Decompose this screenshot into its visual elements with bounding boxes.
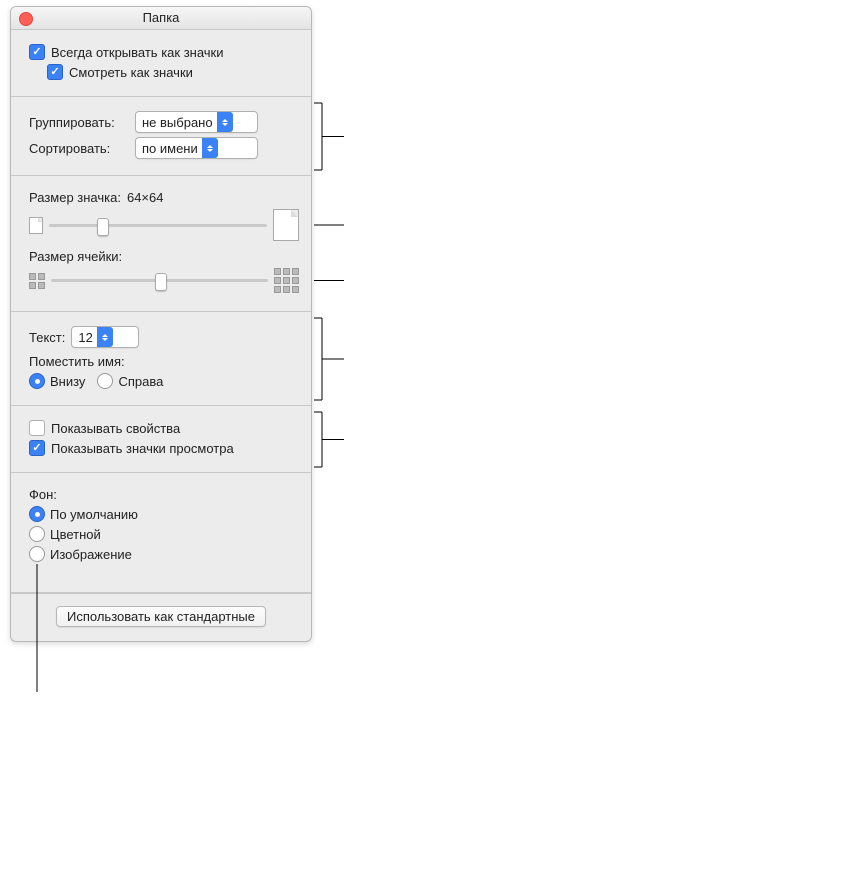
big-doc-icon [273, 209, 299, 241]
bg-image-radio[interactable] [29, 546, 45, 562]
close-button[interactable] [19, 12, 33, 26]
section-text: Текст: 12 Поместить имя: Внизу Справа [11, 312, 311, 406]
section-show: Показывать свойства Показывать значки пр… [11, 406, 311, 473]
grid-small-icon [29, 273, 45, 289]
place-name-label: Поместить имя: [29, 354, 125, 369]
text-size-popup[interactable]: 12 [71, 326, 139, 348]
show-preview-label: Показывать значки просмотра [51, 441, 234, 456]
show-props-label: Показывать свойства [51, 421, 180, 436]
small-doc-icon [29, 217, 43, 234]
background-label: Фон: [29, 487, 57, 502]
bg-image-label: Изображение [50, 547, 132, 562]
group-popup[interactable]: не выбрано [135, 111, 258, 133]
cell-size-label: Размер ячейки: [29, 249, 122, 264]
show-preview-checkbox[interactable] [29, 440, 45, 456]
slider-thumb[interactable] [97, 218, 109, 236]
always-open-label: Всегда открывать как значки [51, 45, 224, 60]
place-bottom-label: Внизу [50, 374, 85, 389]
footer: Использовать как стандартные [11, 593, 311, 641]
sort-popup[interactable]: по имени [135, 137, 258, 159]
bg-default-label: По умолчанию [50, 507, 138, 522]
browse-as-label: Смотреть как значки [69, 65, 193, 80]
section-open-mode: Всегда открывать как значки Смотреть как… [11, 30, 311, 97]
section-group-sort: Группировать: не выбрано Сортировать: по… [11, 97, 311, 176]
place-bottom-radio[interactable] [29, 373, 45, 389]
updown-icon [202, 138, 218, 158]
place-right-label: Справа [118, 374, 163, 389]
updown-icon [217, 112, 233, 132]
show-props-checkbox[interactable] [29, 420, 45, 436]
text-size-value: 12 [78, 330, 96, 345]
section-sizes: Размер значка: 64×64 Размер ячейки: [11, 176, 311, 312]
group-label: Группировать: [29, 115, 129, 130]
updown-icon [97, 327, 113, 347]
grid-large-icon [274, 268, 299, 293]
place-right-radio[interactable] [97, 373, 113, 389]
bg-color-label: Цветной [50, 527, 101, 542]
sort-value: по имени [142, 141, 202, 156]
view-options-window: Папка Всегда открывать как значки Смотре… [10, 6, 312, 642]
titlebar: Папка [11, 7, 311, 30]
bg-default-radio[interactable] [29, 506, 45, 522]
sort-label: Сортировать: [29, 141, 129, 156]
group-value: не выбрано [142, 115, 217, 130]
text-size-label: Текст: [29, 330, 65, 345]
always-open-checkbox[interactable] [29, 44, 45, 60]
use-as-defaults-button[interactable]: Использовать как стандартные [56, 606, 266, 627]
cell-size-slider[interactable] [51, 279, 268, 282]
slider-thumb[interactable] [155, 273, 167, 291]
browse-as-checkbox[interactable] [47, 64, 63, 80]
bg-color-radio[interactable] [29, 526, 45, 542]
window-title: Папка [143, 10, 180, 25]
icon-size-value: 64×64 [127, 190, 164, 205]
section-background: Фон: По умолчанию Цветной Изображение [11, 473, 311, 593]
icon-size-slider[interactable] [49, 224, 267, 227]
icon-size-label: Размер значка: [29, 190, 121, 205]
